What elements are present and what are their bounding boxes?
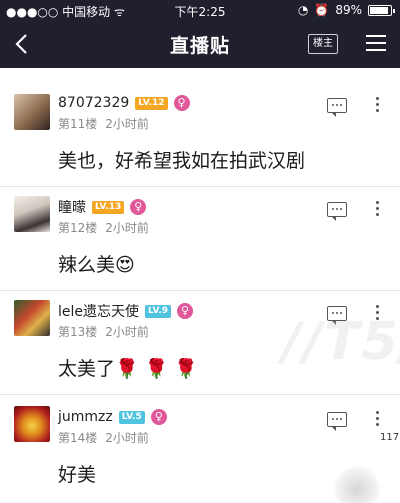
female-icon: ♀ [177, 303, 193, 319]
level-badge: LV.9 [145, 304, 171, 318]
post-item: 87072329 LV.12 ♀ 第11楼 2小时前 美也，好希望我如在拍武汉剧 [0, 82, 400, 182]
female-icon: ♀ [173, 95, 190, 111]
author-row: 87072329 LV.12 ♀ [58, 94, 190, 112]
divider [0, 290, 400, 291]
more-icon[interactable] [374, 201, 380, 217]
nav-row: 直播贴 楼主 [0, 24, 400, 64]
more-icon[interactable] [374, 411, 380, 427]
battery-fill [370, 6, 388, 14]
floor-number: 第13楼 [58, 325, 98, 339]
lock-rotation-icon: ◔ [297, 3, 309, 17]
avatar[interactable] [14, 196, 50, 232]
username[interactable]: jummzz [58, 409, 113, 425]
avatar[interactable] [14, 406, 50, 442]
post-meta: 第11楼 2小时前 [58, 115, 149, 132]
level-badge: LV.5 [118, 410, 145, 424]
female-icon: ♀ [130, 199, 147, 215]
post-content: 好美 [58, 464, 97, 486]
watermark: //T5/ [282, 312, 400, 372]
floor-number: 第11楼 [58, 117, 98, 131]
avatar[interactable] [14, 94, 50, 130]
post-content: 辣么美😍 [58, 254, 135, 276]
female-icon: ♀ [150, 409, 167, 425]
battery-icon [368, 4, 395, 16]
page-title: 直播贴 [169, 35, 230, 57]
post-content: 美也，好希望我如在拍武汉剧 [58, 150, 306, 172]
op-only-button[interactable]: 楼主 [308, 34, 338, 54]
post-time: 2小时前 [105, 431, 149, 445]
reply-icon[interactable] [327, 202, 347, 221]
hamburger-icon-line [366, 35, 386, 37]
divider [0, 186, 400, 187]
battery-percent: 89% [335, 3, 362, 17]
author-row: 瞳曚 LV.13 ♀ [58, 197, 147, 217]
more-icon[interactable] [374, 97, 380, 113]
avatar[interactable] [14, 300, 50, 336]
status-right: ◔ ⏰ 89% [297, 3, 395, 17]
post-meta: 第14楼 2小时前 [58, 429, 149, 446]
username[interactable]: 瞳曚 [58, 197, 86, 217]
post-time: 2小时前 [105, 221, 149, 235]
post-time: 2小时前 [105, 117, 149, 131]
post-meta: 第12楼 2小时前 [58, 219, 149, 236]
alarm-icon: ⏰ [314, 3, 330, 17]
author-row: lele遗忘天使 LV.9 ♀ [58, 302, 193, 320]
divider [0, 394, 400, 395]
username[interactable]: lele遗忘天使 [58, 301, 139, 321]
post-time: 2小时前 [105, 325, 149, 339]
post-content: 太美了🌹 🌹 🌹 [58, 358, 199, 380]
hamburger-icon-line [366, 42, 386, 44]
level-badge: LV.13 [92, 200, 125, 214]
top-bar: ●●●○○ 中国移动 ᯤ 下午2:25 ◔ ⏰ 89% 直播贴 楼主 [0, 0, 400, 68]
reply-icon[interactable] [327, 98, 347, 117]
hamburger-icon-line [366, 49, 386, 51]
status-bar: ●●●○○ 中国移动 ᯤ 下午2:25 ◔ ⏰ 89% [0, 0, 400, 22]
post-item: 瞳曚 LV.13 ♀ 第12楼 2小时前 辣么美😍 [0, 188, 400, 288]
menu-button[interactable] [366, 35, 386, 52]
author-row: jummzz LV.5 ♀ [58, 408, 167, 426]
username[interactable]: 87072329 [58, 95, 129, 111]
post-meta: 第13楼 2小时前 [58, 323, 149, 340]
corner-text: 117 [380, 432, 400, 443]
floor-number: 第14楼 [58, 431, 98, 445]
level-badge: LV.12 [135, 96, 168, 110]
reply-icon[interactable] [327, 412, 347, 431]
floor-number: 第12楼 [58, 221, 98, 235]
